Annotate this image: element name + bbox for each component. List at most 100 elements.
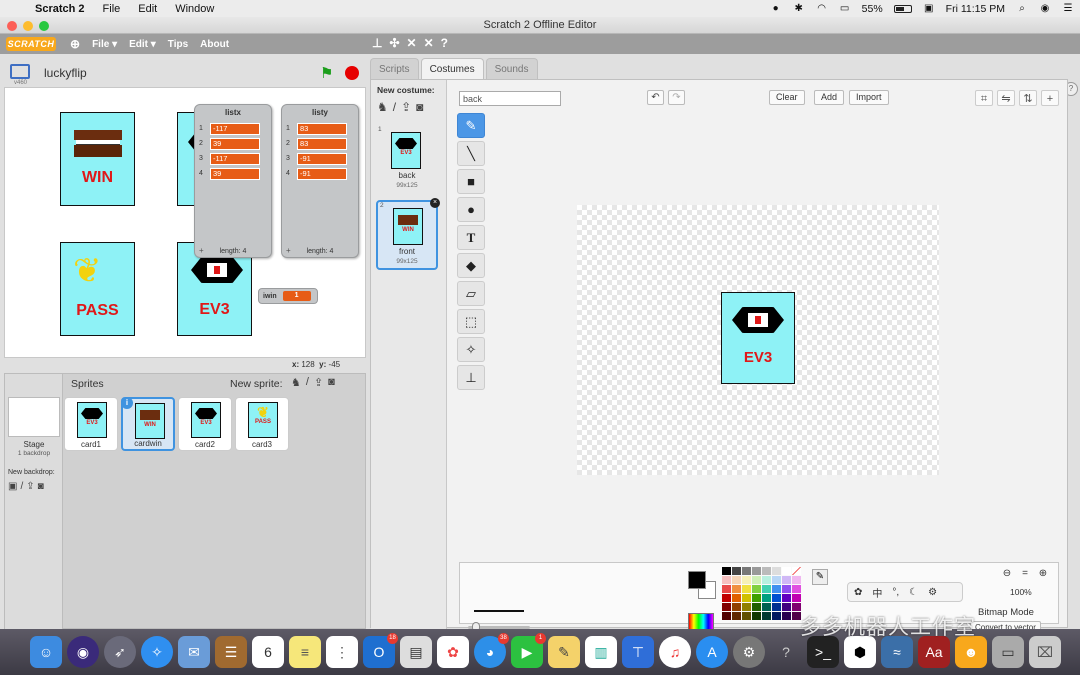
scratch-about-menu[interactable]: About	[200, 39, 229, 50]
stage-thumbnail[interactable]	[8, 397, 60, 437]
undo-button[interactable]: ↶	[647, 90, 664, 105]
unknown-app-icon[interactable]: ?	[770, 636, 802, 668]
fullscreen-icon[interactable]	[10, 64, 30, 79]
scratch-edit-menu[interactable]: Edit ▾	[129, 39, 156, 50]
window-menu[interactable]: Window	[166, 3, 223, 15]
ellipse-tool-icon[interactable]: ●	[457, 197, 485, 222]
tab-sounds[interactable]: Sounds	[485, 58, 538, 79]
costume-name-input[interactable]	[459, 91, 561, 106]
primary-color-swatch[interactable]	[688, 571, 706, 589]
stage-card-win[interactable]: WIN	[60, 112, 135, 206]
backdrop-library-icon[interactable]: ▣	[8, 481, 17, 492]
import-button[interactable]: Import	[849, 90, 889, 105]
wifi-icon[interactable]: ◠	[816, 3, 828, 14]
flip-horizontal-icon[interactable]: ⇋	[997, 90, 1015, 106]
block-help-icon[interactable]: ?	[441, 36, 448, 50]
backdrop-camera-icon[interactable]: ◙	[38, 481, 44, 492]
fill-tool-icon[interactable]: ◆	[457, 253, 485, 278]
stamp-tool-icon[interactable]: ⊥	[457, 365, 485, 390]
eraser-tool-icon[interactable]: ▱	[457, 281, 485, 306]
file-menu[interactable]: File	[94, 3, 130, 15]
shrink-icon[interactable]: ✕	[424, 36, 434, 50]
select-tool-icon[interactable]: ⬚	[457, 309, 485, 334]
numbers-icon[interactable]: ▥	[585, 636, 617, 668]
finder-icon[interactable]: ☺	[30, 636, 62, 668]
ime-punctuation-toggle[interactable]: °,	[892, 587, 899, 598]
cut-scissors-icon[interactable]: ✣	[389, 36, 399, 50]
sprite-paint-icon[interactable]: /	[306, 376, 309, 389]
crop-icon[interactable]: ⌗	[975, 90, 993, 106]
system-preferences-icon[interactable]: ⚙	[733, 636, 765, 668]
reminders-icon[interactable]: ⋮	[326, 636, 358, 668]
language-globe-icon[interactable]: ⊕	[70, 37, 80, 51]
contacts-icon[interactable]: ☰	[215, 636, 247, 668]
mail-stamp-icon[interactable]: ✉	[178, 636, 210, 668]
color-palette[interactable]	[722, 567, 801, 620]
ime-moon-icon[interactable]: ☾	[909, 587, 918, 598]
calendar-icon[interactable]: 6	[252, 636, 284, 668]
stop-sign-icon[interactable]	[345, 66, 359, 80]
costume-upload-icon[interactable]: ⇪	[401, 100, 411, 114]
eyedropper-icon[interactable]: ✎	[812, 569, 828, 585]
add-button[interactable]: Add	[814, 90, 845, 105]
list-monitor-listx[interactable]: listx 1 -117 2 39 3 -117 4 39 + length: 4	[194, 104, 272, 258]
backdrop-upload-icon[interactable]: ⇪	[26, 481, 34, 492]
pages-icon[interactable]: ✎	[548, 636, 580, 668]
tab-scripts[interactable]: Scripts	[370, 58, 419, 79]
text-tool-icon[interactable]: T	[457, 225, 485, 250]
zoom-reset-icon[interactable]: =	[1018, 567, 1032, 581]
close-window-button[interactable]	[7, 21, 17, 31]
costume-paint-icon[interactable]: /	[393, 100, 396, 114]
stage[interactable]: WIN ❦ PASS EV3 listx 1 -117 2 39 3 -117 4 39…	[4, 87, 366, 358]
sprite-library-icon[interactable]: ♞	[291, 376, 301, 389]
downloads-stack-icon[interactable]: ▭	[992, 636, 1024, 668]
airplay-icon[interactable]: ▭	[839, 3, 851, 14]
set-center-icon[interactable]: +	[1041, 90, 1059, 106]
green-flag-icon[interactable]: ⚑	[320, 64, 333, 82]
photos-icon[interactable]: ✿	[437, 636, 469, 668]
app-store-icon[interactable]: A	[696, 636, 728, 668]
paint-canvas[interactable]: EV3	[577, 205, 939, 475]
redo-button[interactable]: ↷	[668, 90, 685, 105]
siri-icon[interactable]: ◉	[1039, 3, 1051, 14]
brush-tool-icon[interactable]: ✎	[457, 113, 485, 138]
zoom-window-button[interactable]	[39, 21, 49, 31]
rectangle-tool-icon[interactable]: ■	[457, 169, 485, 194]
minimize-window-button[interactable]	[23, 21, 33, 31]
grow-icon[interactable]: ✕	[407, 36, 417, 50]
keynote-icon[interactable]: ⊤	[622, 636, 654, 668]
spotlight-icon[interactable]: ⌕	[1016, 3, 1028, 14]
wechat-status-icon[interactable]: ●	[770, 3, 782, 14]
input-method-icon[interactable]: ▣	[923, 3, 935, 14]
costume-library-icon[interactable]: ♞	[377, 100, 388, 114]
zoom-in-icon[interactable]: ⊕	[1036, 567, 1050, 581]
backdrop-paint-icon[interactable]: /	[20, 481, 23, 492]
launchpad-icon[interactable]: ➶	[104, 636, 136, 668]
outlook-icon[interactable]: O 18	[363, 633, 398, 668]
costume-camera-icon[interactable]: ◙	[416, 100, 423, 114]
flip-vertical-icon[interactable]: ⇅	[1019, 90, 1037, 106]
project-title[interactable]: luckyflip	[44, 66, 87, 80]
clear-button[interactable]: Clear	[769, 90, 805, 105]
sprite-cardwin[interactable]: i WIN cardwin	[121, 397, 175, 451]
delete-costume-icon[interactable]: ×	[430, 198, 440, 208]
itunes-icon[interactable]: ♫	[659, 636, 691, 668]
sprite-info-icon[interactable]: i	[121, 397, 133, 409]
battery-icon[interactable]	[893, 4, 912, 13]
tab-costumes[interactable]: Costumes	[420, 58, 484, 79]
stage-card-pass[interactable]: ❦ PASS	[60, 242, 135, 336]
notification-center-icon[interactable]: ☰	[1062, 3, 1074, 14]
siri-dock-icon[interactable]: ◉	[67, 636, 99, 668]
zoom-out-icon[interactable]: ⊖	[1000, 567, 1014, 581]
ime-logo-icon[interactable]: ✿	[854, 587, 862, 598]
edit-menu[interactable]: Edit	[129, 3, 166, 15]
ime-settings-icon[interactable]: ⚙	[928, 587, 937, 598]
line-tool-icon[interactable]: ╲	[457, 141, 485, 166]
variable-monitor-iwin[interactable]: iwin 1	[258, 288, 318, 304]
qq-icon[interactable]: ◕ 38	[474, 633, 509, 668]
sprite-upload-icon[interactable]: ⇪	[314, 376, 323, 389]
duplicate-stamp-icon[interactable]: ⊥	[372, 36, 382, 50]
costume-item-front[interactable]: 2 × WIN front 99x125	[376, 198, 440, 270]
app-menu[interactable]: Scratch 2	[26, 3, 94, 15]
list-monitor-listy[interactable]: listy 1 83 2 83 3 -91 4 -91 + length: 4	[281, 104, 359, 258]
